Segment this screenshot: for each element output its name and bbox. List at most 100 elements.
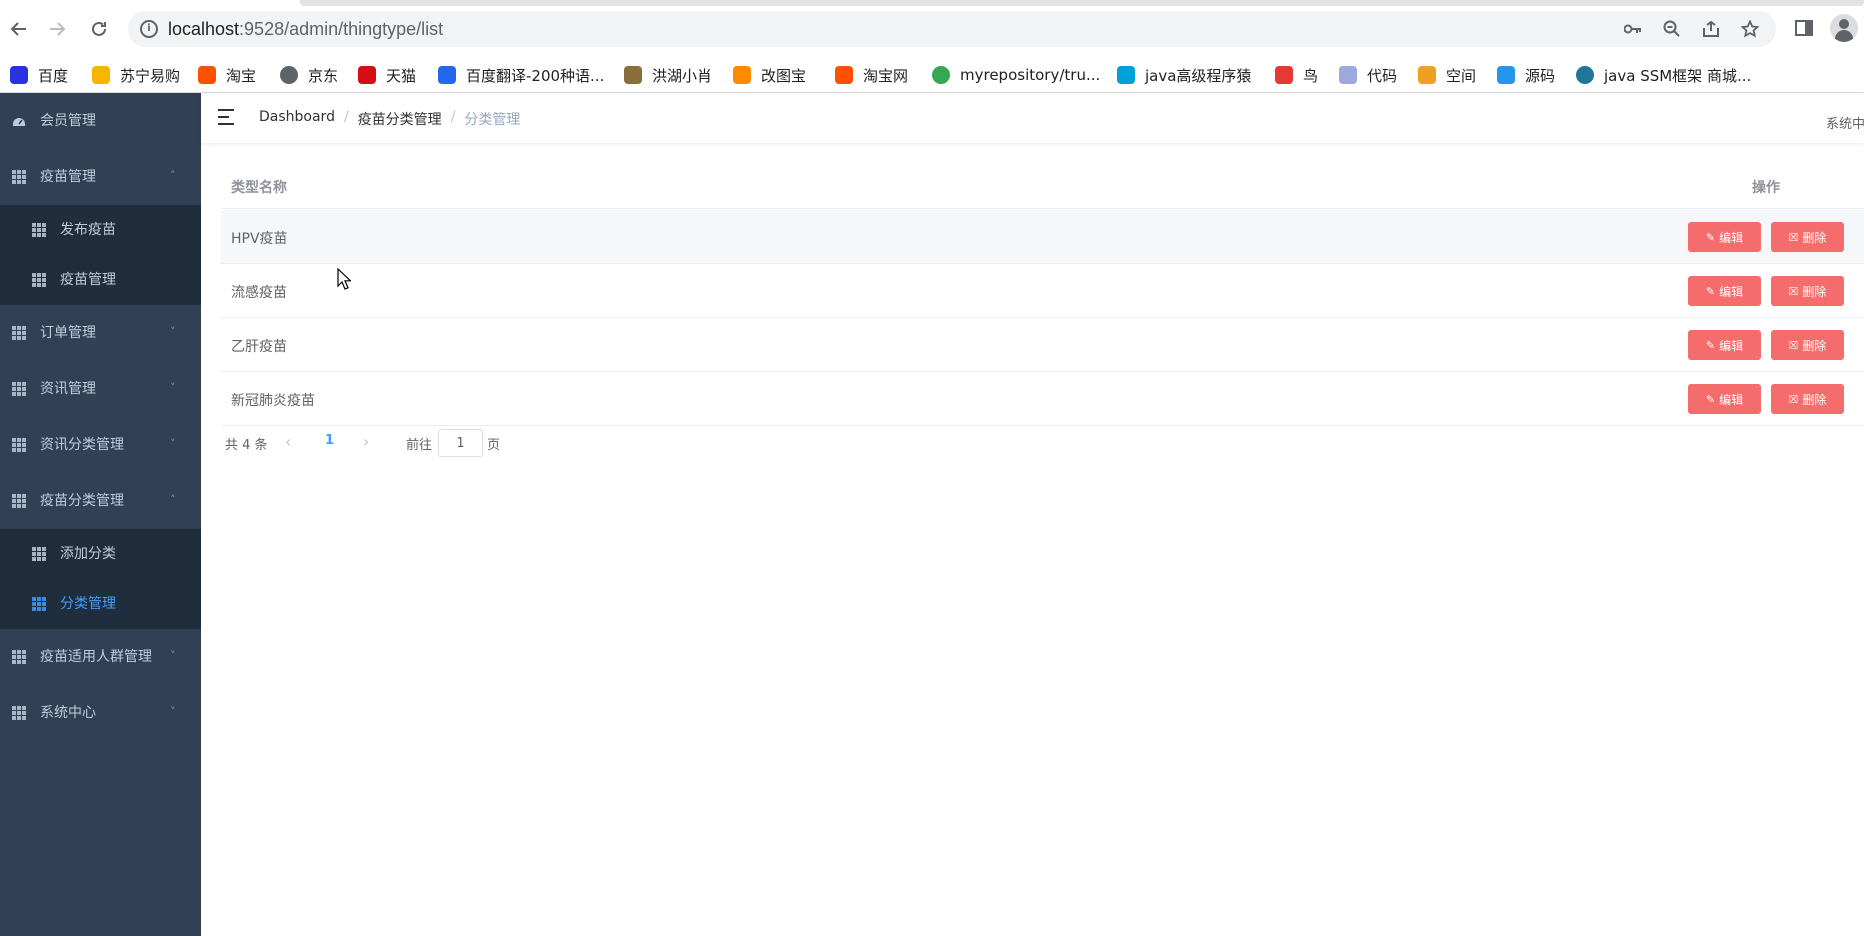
chevron-up-icon: ˄: [170, 169, 176, 182]
submenu-item-publish-vaccine[interactable]: 发布疫苗: [0, 205, 201, 255]
sidebar-item-vaccines[interactable]: 疫苗管理 ˄: [0, 149, 201, 205]
bookmark-item[interactable]: 代码: [1339, 57, 1397, 93]
bookmark-label: 京东: [308, 66, 339, 85]
bookmark-item[interactable]: java高级程序猿: [1117, 57, 1251, 93]
table-grid-icon: [12, 706, 26, 720]
taobao-icon: [198, 66, 216, 84]
bookmark-label: java SSM框架 商城...: [1604, 66, 1752, 85]
profile-avatar-icon[interactable]: [1830, 14, 1858, 42]
bookmark-item[interactable]: 百度: [10, 57, 68, 93]
trash-icon: ☒: [1788, 284, 1799, 298]
sidebar-item-target-groups[interactable]: 疫苗适用人群管理 ˅: [0, 629, 201, 685]
bookmark-item[interactable]: 淘宝: [198, 57, 256, 93]
taobao-icon: [835, 66, 853, 84]
delete-button[interactable]: ☒ 删除: [1771, 222, 1844, 252]
code-icon: [1339, 66, 1357, 84]
bookmark-item[interactable]: 天猫: [358, 57, 416, 93]
bookmark-item[interactable]: 鸟: [1275, 57, 1318, 93]
table-row: 乙肝疫苗 ✎ 编辑 ☒ 删除: [221, 318, 1864, 372]
bookmark-label: 鸟: [1303, 66, 1319, 85]
type-name-cell: 乙肝疫苗: [231, 339, 287, 355]
trash-icon: ☒: [1788, 392, 1799, 406]
bookmark-item[interactable]: 空间: [1418, 57, 1476, 93]
translate-icon: [438, 66, 456, 84]
bookmark-label: 百度: [38, 66, 69, 85]
sidebar-item-label: 资讯分类管理: [40, 437, 124, 453]
pagination-page-1[interactable]: 1: [325, 433, 334, 448]
column-header-type-name: 类型名称: [231, 180, 287, 196]
sidebar-item-news[interactable]: 资讯管理 ˅: [0, 361, 201, 417]
share-icon[interactable]: [1698, 17, 1724, 41]
column-header-actions: 操作: [1752, 180, 1780, 196]
edit-button[interactable]: ✎ 编辑: [1688, 384, 1761, 414]
bookmark-label: 洪湖小肖: [652, 66, 713, 85]
table-grid-icon: [32, 223, 46, 237]
edit-pencil-icon: ✎: [1705, 392, 1716, 406]
sidebar-item-news-category[interactable]: 资讯分类管理 ˅: [0, 417, 201, 473]
sidebar-item-system[interactable]: 系统中心 ˅: [0, 685, 201, 741]
forward-arrow-icon: [50, 22, 66, 36]
bookmark-item[interactable]: 源码: [1497, 57, 1555, 93]
delete-button-label: 删除: [1802, 284, 1827, 299]
pagination-goto-input[interactable]: [438, 429, 483, 457]
bookmark-item[interactable]: 改图宝: [733, 57, 806, 93]
site-info-icon[interactable]: i: [140, 20, 158, 38]
sidebar-item-members[interactable]: 会员管理: [0, 93, 201, 149]
edit-button[interactable]: ✎ 编辑: [1688, 222, 1761, 252]
chevron-left-icon[interactable]: ‹: [285, 432, 291, 451]
sidebar-item-label: 疫苗管理: [40, 169, 96, 185]
type-name-cell: 新冠肺炎疫苗: [231, 393, 315, 409]
navbar-user-menu[interactable]: 系统中: [1826, 113, 1864, 132]
submenu-item-label: 添加分类: [60, 546, 116, 562]
breadcrumb-dashboard[interactable]: Dashboard: [259, 109, 335, 129]
trash-icon: ☒: [1788, 338, 1799, 352]
key-icon[interactable]: [1620, 17, 1646, 41]
delete-button[interactable]: ☒ 删除: [1771, 384, 1844, 414]
zoom-icon[interactable]: [1659, 17, 1685, 41]
hamburger-menu-icon[interactable]: [218, 109, 236, 125]
url-text[interactable]: localhost:9528/admin/thingtype/list: [168, 19, 443, 40]
breadcrumb-vaccine-category[interactable]: 疫苗分类管理: [358, 109, 442, 129]
bookmark-item[interactable]: myrepository/tru...: [932, 57, 1100, 93]
forward-button[interactable]: [42, 14, 72, 44]
bookmark-label: 淘宝: [226, 66, 257, 85]
sidebar-item-label: 疫苗分类管理: [40, 493, 124, 509]
submenu-item-add-category[interactable]: 添加分类: [0, 529, 201, 579]
side-panel-icon[interactable]: [1790, 14, 1818, 42]
delete-button-label: 删除: [1802, 392, 1827, 407]
table-header: 类型名称 操作: [221, 163, 1864, 209]
bookmark-item[interactable]: java SSM框架 商城...: [1576, 57, 1751, 93]
reload-button[interactable]: [84, 14, 114, 44]
delete-button[interactable]: ☒ 删除: [1771, 276, 1844, 306]
submenu-item-vaccine-manage[interactable]: 疫苗管理: [0, 255, 201, 305]
bookmarks-bar: 百度 苏宁易购 淘宝 京东 天猫 百度翻译-200种语... 洪湖小肖 改图宝 淘宝网 myrep…: [0, 57, 1864, 93]
address-bar[interactable]: i localhost:9528/admin/thingtype/list: [128, 11, 1776, 47]
chevron-right-icon[interactable]: ›: [363, 432, 369, 451]
submenu-item-category-manage[interactable]: 分类管理: [0, 579, 201, 629]
chevron-down-icon: ˅: [170, 649, 176, 662]
bookmark-item[interactable]: 洪湖小肖: [624, 57, 712, 93]
back-button[interactable]: [4, 14, 34, 44]
edit-button[interactable]: ✎ 编辑: [1688, 276, 1761, 306]
bookmark-item[interactable]: 百度翻译-200种语...: [438, 57, 604, 93]
url-path: :9528/admin/thingtype/list: [239, 19, 444, 39]
bookmark-label: 空间: [1446, 66, 1477, 85]
table-row: 新冠肺炎疫苗 ✎ 编辑 ☒ 删除: [221, 372, 1864, 426]
sidebar-item-orders[interactable]: 订单管理 ˅: [0, 305, 201, 361]
table-grid-icon: [12, 382, 26, 396]
url-host: localhost: [168, 19, 240, 39]
breadcrumb-separator: /: [450, 109, 456, 125]
bookmark-item[interactable]: 京东: [280, 57, 338, 93]
chevron-up-icon: ˄: [170, 493, 176, 506]
bilibili-icon: [1117, 66, 1135, 84]
pagination-goto-suffix: 页: [487, 438, 501, 453]
sidebar-item-vaccine-category[interactable]: 疫苗分类管理 ˄: [0, 473, 201, 529]
bookmark-label: 源码: [1525, 66, 1556, 85]
edit-button-label: 编辑: [1719, 284, 1744, 299]
edit-button[interactable]: ✎ 编辑: [1688, 330, 1761, 360]
bookmark-item[interactable]: 苏宁易购: [92, 57, 180, 93]
edit-pencil-icon: ✎: [1705, 284, 1716, 298]
delete-button[interactable]: ☒ 删除: [1771, 330, 1844, 360]
bookmark-item[interactable]: 淘宝网: [835, 57, 908, 93]
bookmark-star-icon[interactable]: [1737, 17, 1763, 41]
